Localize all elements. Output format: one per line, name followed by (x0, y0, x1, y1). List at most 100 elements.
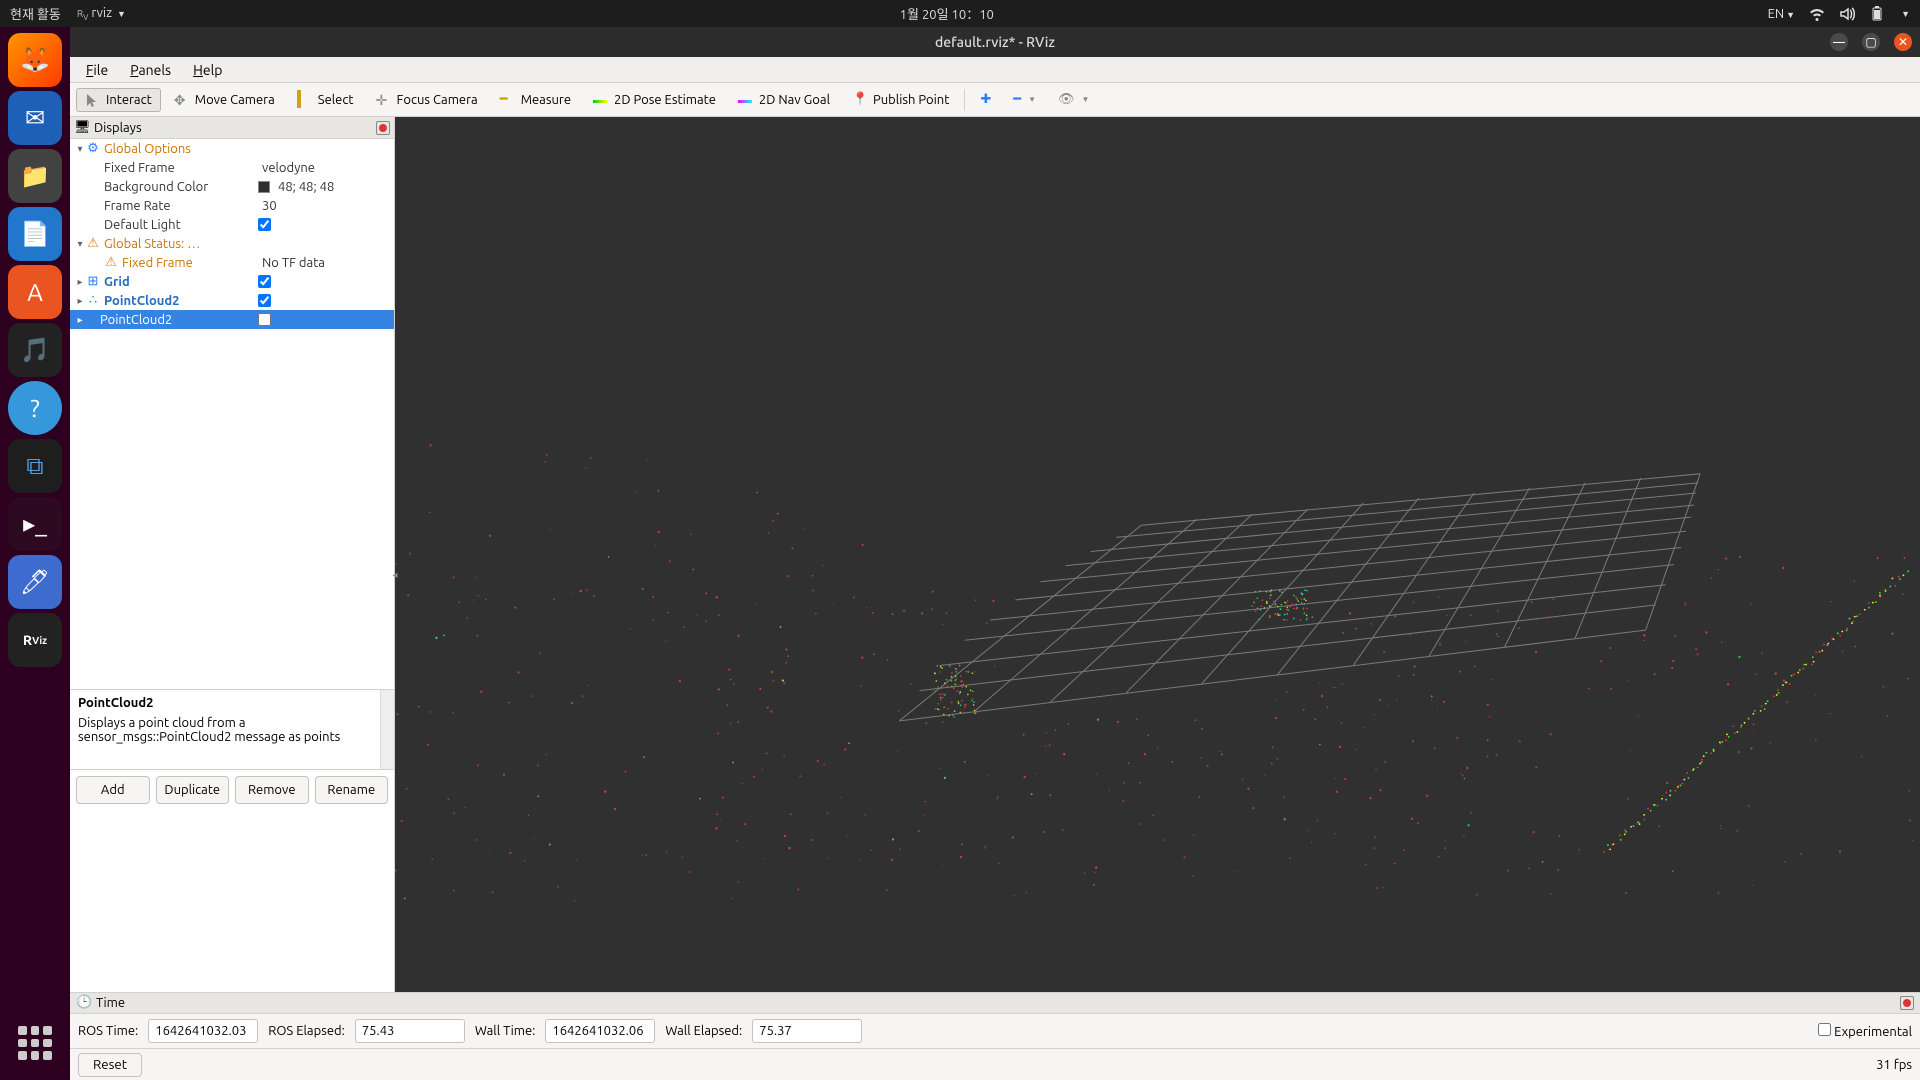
tool-publish-point[interactable]: 📍 Publish Point (843, 88, 958, 112)
tree-pointcloud2-1[interactable]: ▸∴PointCloud2 (70, 291, 394, 310)
move-icon: ✥ (174, 92, 190, 108)
tool-nav-goal[interactable]: 2D Nav Goal (729, 88, 839, 112)
tree-background-color[interactable]: Background Color 48; 48; 48 (70, 177, 394, 196)
dock-help[interactable]: ? (8, 381, 62, 435)
add-button[interactable]: Add (76, 776, 150, 804)
dock-files[interactable]: 📁 (8, 149, 62, 203)
dock-rviz[interactable]: RViz (8, 613, 62, 667)
grid-icon: ⊞ (86, 275, 100, 289)
viewport-canvas (395, 117, 1920, 992)
default-light-checkbox[interactable] (258, 218, 271, 231)
tree-grid[interactable]: ▸⊞Grid (70, 272, 394, 291)
warning-icon: ⚠ (86, 237, 100, 251)
description-title: PointCloud2 (78, 696, 386, 710)
minimize-button[interactable]: — (1830, 33, 1848, 51)
tree-frame-rate[interactable]: Frame Rate 30 (70, 196, 394, 215)
tree-default-light[interactable]: Default Light (70, 215, 394, 234)
ros-elapsed-field[interactable] (355, 1019, 465, 1043)
displays-panel: 🖥 Displays ▾⚙Global Options Fixed Frame … (70, 117, 395, 992)
dock-show-apps[interactable] (8, 1016, 62, 1070)
tree-status-fixed-frame[interactable]: ⚠Fixed Frame No TF data (70, 253, 394, 272)
tool-remove-marker[interactable]: ━▼ (1004, 88, 1045, 111)
dock-writer[interactable]: 📄 (8, 207, 62, 261)
panel-close-icon[interactable] (376, 121, 390, 135)
tool-add-marker[interactable]: ✚ (971, 88, 1000, 111)
displays-buttons: Add Duplicate Remove Rename (70, 769, 394, 810)
wall-elapsed-field[interactable] (752, 1019, 862, 1043)
tool-move-camera[interactable]: ✥ Move Camera (165, 88, 284, 112)
activities-label[interactable]: 현재 활동 (10, 4, 61, 23)
reset-button[interactable]: Reset (78, 1053, 142, 1077)
pose-icon (593, 92, 609, 108)
battery-icon[interactable] (1869, 6, 1885, 22)
pc2-1-checkbox[interactable] (258, 294, 271, 307)
system-topbar: 현재 활동 RV rviz ▼ 1월 20일 10：10 EN▼ ▼ (0, 0, 1920, 27)
ros-elapsed-label: ROS Elapsed: (268, 1024, 345, 1038)
tree-fixed-frame[interactable]: Fixed Frame velodyne (70, 158, 394, 177)
select-icon (297, 92, 313, 108)
dock-software[interactable]: A (8, 265, 62, 319)
pin-icon: 📍 (852, 92, 868, 108)
tree-global-options[interactable]: ▾⚙Global Options (70, 139, 394, 158)
dock: 🦊 ✉ 📁 📄 A 🎵 ? ⧉ ▸_ 🖊 RViz (0, 27, 70, 1080)
titlebar[interactable]: default.rviz* - RViz — ▢ ✕ (70, 27, 1920, 57)
dock-firefox[interactable]: 🦊 (8, 33, 62, 87)
time-panel-header[interactable]: 🕒 Time (70, 992, 1920, 1014)
time-panel-close-icon[interactable] (1900, 996, 1914, 1010)
tool-measure[interactable]: ━ Measure (491, 88, 580, 112)
ros-time-label: ROS Time: (78, 1024, 138, 1038)
close-button[interactable]: ✕ (1894, 33, 1912, 51)
cursor-icon (85, 92, 101, 108)
tree-pointcloud2-2[interactable]: ▸PointCloud2 (70, 310, 394, 329)
tree-global-status[interactable]: ▾⚠Global Status: … (70, 234, 394, 253)
maximize-button[interactable]: ▢ (1862, 33, 1880, 51)
dock-rhythmbox[interactable]: 🎵 (8, 323, 62, 377)
clock[interactable]: 1월 20일 10：10 (126, 4, 1768, 23)
system-menu-caret[interactable]: ▼ (1901, 9, 1910, 19)
app-menu[interactable]: RV rviz ▼ (77, 6, 126, 22)
lang-indicator[interactable]: EN▼ (1768, 7, 1796, 21)
status-bar: Reset 31 fps (70, 1048, 1920, 1080)
displays-header[interactable]: 🖥 Displays (70, 117, 394, 139)
dock-terminal[interactable]: ▸_ (8, 497, 62, 551)
description-scrollbar[interactable] (380, 690, 394, 769)
dock-text-editor[interactable]: 🖊 (8, 555, 62, 609)
menu-panels[interactable]: Panels (120, 60, 181, 80)
remove-button[interactable]: Remove (235, 776, 309, 804)
description-box: PointCloud2 Displays a point cloud from … (70, 689, 394, 769)
wall-time-field[interactable] (545, 1019, 655, 1043)
menu-help[interactable]: Help (183, 60, 232, 80)
menu-file[interactable]: File (76, 60, 118, 80)
description-body: Displays a point cloud from a sensor_msg… (78, 716, 386, 744)
3d-viewport[interactable] (395, 117, 1920, 992)
pointcloud-icon: ∴ (86, 294, 100, 308)
window-title: default.rviz* - RViz (935, 34, 1055, 50)
ros-time-field[interactable] (148, 1019, 258, 1043)
wifi-icon[interactable] (1809, 6, 1825, 22)
measure-icon: ━ (500, 92, 516, 108)
pc2-2-checkbox[interactable] (258, 313, 271, 326)
volume-icon[interactable] (1839, 6, 1855, 22)
wall-time-label: Wall Time: (475, 1024, 536, 1038)
dock-thunderbird[interactable]: ✉ (8, 91, 62, 145)
rename-button[interactable]: Rename (315, 776, 389, 804)
tool-pose-estimate[interactable]: 2D Pose Estimate (584, 88, 725, 112)
toolbar: Interact ✥ Move Camera Select ✛ Focus Ca… (70, 83, 1920, 117)
wall-elapsed-label: Wall Elapsed: (665, 1024, 742, 1038)
tool-focus-camera[interactable]: ✛ Focus Camera (367, 88, 487, 112)
rviz-window: default.rviz* - RViz — ▢ ✕ File Panels H… (70, 27, 1920, 1080)
fps-label: 31 fps (1876, 1058, 1912, 1072)
tool-visibility[interactable]: 👁▼ (1049, 88, 1098, 111)
navgoal-icon (738, 92, 754, 108)
gear-icon: ⚙ (86, 142, 100, 156)
duplicate-button[interactable]: Duplicate (156, 776, 230, 804)
splitter-handle[interactable]: ◂ (390, 555, 400, 595)
grid-checkbox[interactable] (258, 275, 271, 288)
dock-vscode[interactable]: ⧉ (8, 439, 62, 493)
displays-tree[interactable]: ▾⚙Global Options Fixed Frame velodyne Ba… (70, 139, 394, 689)
tool-interact[interactable]: Interact (76, 88, 161, 112)
menubar: File Panels Help (70, 57, 1920, 83)
monitor-icon: 🖥 (74, 120, 90, 136)
tool-select[interactable]: Select (288, 88, 363, 112)
experimental-toggle[interactable]: Experimental (1818, 1023, 1912, 1039)
